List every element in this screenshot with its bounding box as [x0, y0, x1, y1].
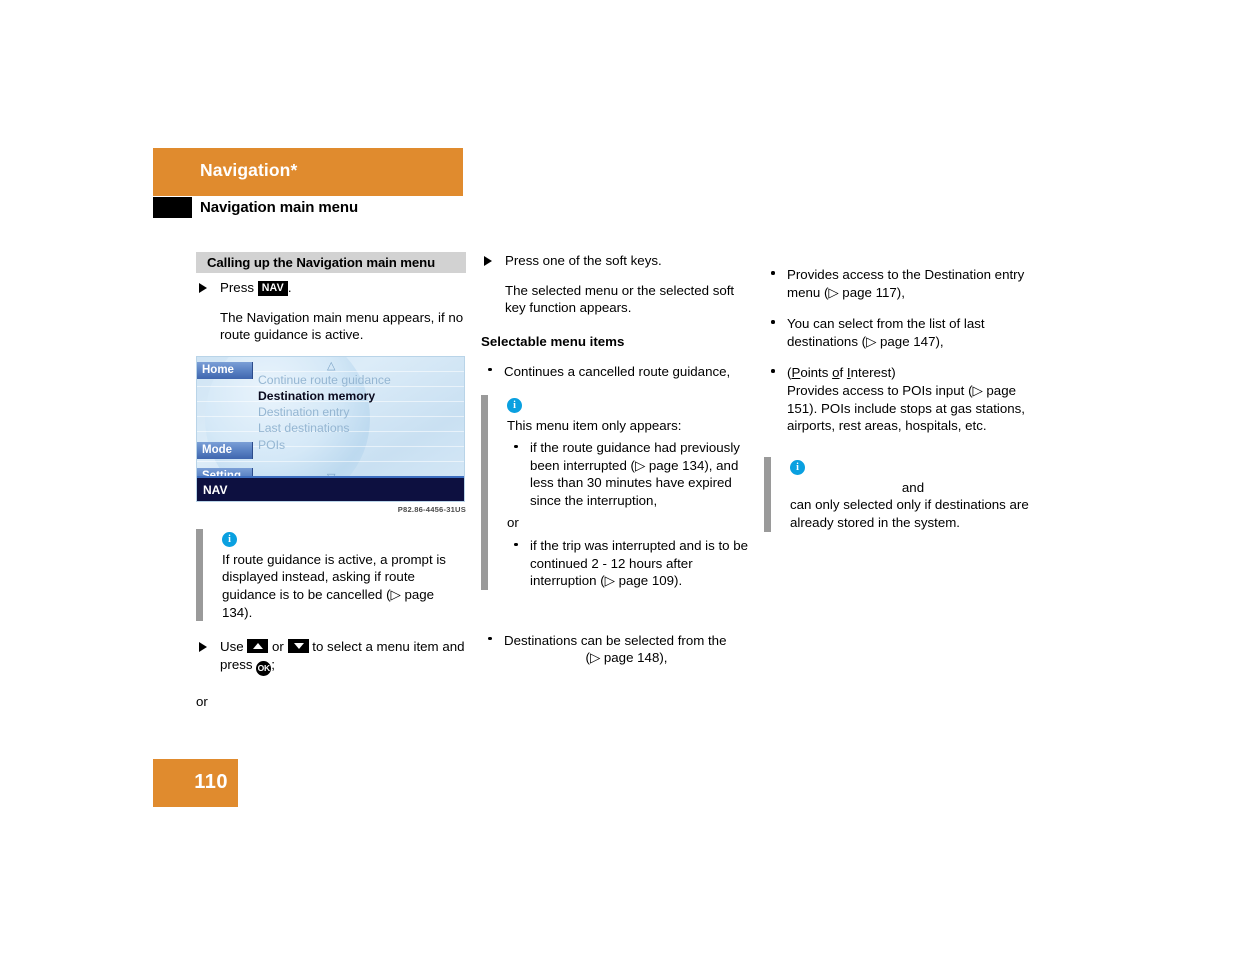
bullet-destination-entry-text: Provides access to the Destination entry…: [787, 267, 1025, 300]
middle-note-list: if the route guidance had previously bee…: [507, 439, 749, 590]
step-use-arrows: Use or to select a menu item and press O…: [196, 638, 466, 676]
step-arrow-icon: [199, 642, 207, 653]
bullet-icon: [514, 542, 518, 547]
bullet-destinations-line1: Destinations can be selected from the: [504, 632, 727, 648]
note-rule: [481, 395, 488, 590]
menu-item-destination-entry[interactable]: Destination entry: [258, 404, 391, 420]
poi-letter-p: P: [791, 365, 801, 381]
bullet-last-destinations-text: You can select from the list of last des…: [787, 316, 985, 349]
bullet-icon: [771, 320, 775, 324]
up-arrow-key-cap: [247, 639, 269, 654]
step-arrow-icon: [199, 283, 207, 293]
scroll-up-icon[interactable]: △: [327, 360, 335, 371]
navigation-screen-figure: Home Mode Setting △ ▽ Continue route gui…: [196, 355, 465, 502]
bullet-continue-route-guidance-text: Continues a cancelled route guidance,: [504, 363, 731, 379]
list-item: Continues a cancelled route guidance,: [481, 363, 749, 381]
softkey-home[interactable]: Home: [197, 361, 253, 379]
left-note-text: If route guidance is active, a prompt is…: [222, 551, 446, 620]
step-press-label: Press: [220, 280, 258, 295]
middle-note-or: or: [507, 515, 519, 531]
left-note-box: i If route guidance is active, a prompt …: [196, 528, 466, 622]
step-press-nav-result: The Navigation main menu appears, if no …: [220, 309, 464, 343]
left-or-text: or: [196, 693, 208, 709]
info-icon: i: [222, 531, 237, 547]
figure-caption: P82.86-4456-31US: [397, 504, 466, 514]
destination-memory-list: Destinations can be selected from the (▷…: [481, 632, 749, 667]
page-number: 110: [194, 771, 228, 793]
right-note-box: i and can only selected only if destinat…: [764, 456, 1036, 532]
right-column: Provides access to the Destination entry…: [764, 252, 1036, 532]
chapter-header-bar: Navigation*: [153, 148, 463, 196]
info-icon: i: [507, 398, 522, 414]
page-number-badge: 110: [153, 759, 238, 807]
list-item: (Points of Interest) Provides access to …: [764, 364, 1036, 434]
section-marker-block: [153, 197, 192, 218]
bullet-icon: [514, 444, 518, 449]
section-title: Navigation main menu: [200, 199, 359, 216]
poi-letter-o: o: [832, 365, 840, 381]
bullet-icon: [488, 367, 492, 372]
selectable-menu-items-heading: Selectable menu items: [481, 333, 625, 349]
note-rule: [196, 528, 203, 622]
softkey-mode[interactable]: Mode: [197, 441, 253, 459]
step-arrow-icon: [484, 256, 492, 266]
middle-column: Press one of the soft keys. The selected…: [481, 252, 749, 669]
poi-word-oints: oints: [800, 365, 833, 381]
status-bar-nav: NAV: [197, 475, 464, 501]
step-or-label: or: [268, 639, 288, 655]
down-arrow-key-cap: [287, 639, 309, 654]
info-icon: i: [790, 459, 805, 475]
list-item: Destinations can be selected from the (▷…: [481, 632, 749, 667]
list-item: if the trip was interrupted and is to be…: [507, 537, 749, 590]
step-press-softkey: Press one of the soft keys.: [481, 252, 749, 270]
menu-item-pois[interactable]: POIs: [258, 437, 391, 453]
poi-word-f: f: [839, 365, 847, 381]
step-semicolon: ;: [271, 656, 275, 672]
right-note-line1: and: [901, 479, 925, 495]
note-rule: [764, 456, 771, 532]
middle-note-box: i This menu item only appears: if the ro…: [481, 395, 749, 590]
note-condition-2: if the trip was interrupted and is to be…: [530, 537, 749, 589]
list-item: if the route guidance had previously bee…: [507, 439, 749, 509]
bullet-destinations-line2: (▷ page 148),: [585, 650, 668, 666]
bullet-icon: [488, 636, 492, 641]
note-condition-1: if the route guidance had previously bee…: [530, 439, 740, 508]
poi-word-nterest: nterest): [850, 365, 896, 381]
bullet-icon: [771, 271, 775, 275]
list-item: Provides access to the Destination entry…: [764, 266, 1036, 301]
step-press-period: .: [287, 280, 292, 295]
left-column: Calling up the Navigation main menu Pres…: [196, 252, 466, 715]
step-press-softkey-label: Press one of the soft keys.: [505, 253, 662, 268]
right-items-list: Provides access to the Destination entry…: [764, 266, 1036, 435]
nav-key-cap: NAV: [257, 281, 288, 296]
poi-body-text: Provides access to POIs input (▷ page 15…: [787, 382, 1025, 434]
chapter-title: Navigation*: [200, 160, 298, 180]
ok-key-cap: OK: [256, 660, 272, 676]
step-use-label: Use: [220, 639, 248, 655]
step-press-softkey-result: The selected menu or the selected soft k…: [505, 282, 735, 316]
selectable-items-list: Continues a cancelled route guidance,: [481, 363, 749, 381]
menu-item-continue-route-guidance[interactable]: Continue route guidance: [258, 372, 391, 388]
middle-note-intro: This menu item only appears:: [507, 418, 682, 434]
menu-item-last-destinations[interactable]: Last destinations: [258, 420, 391, 436]
step-press-nav: Press NAV.: [196, 279, 466, 297]
list-item: You can select from the list of last des…: [764, 315, 1036, 350]
menu-item-destination-memory[interactable]: Destination memory: [258, 388, 391, 404]
bullet-icon: [771, 369, 775, 373]
left-section-heading: Calling up the Navigation main menu: [196, 252, 466, 273]
right-note-line2: can only selected only if destinations a…: [790, 497, 1029, 530]
navigation-menu-list: Continue route guidance Destination memo…: [258, 372, 391, 453]
